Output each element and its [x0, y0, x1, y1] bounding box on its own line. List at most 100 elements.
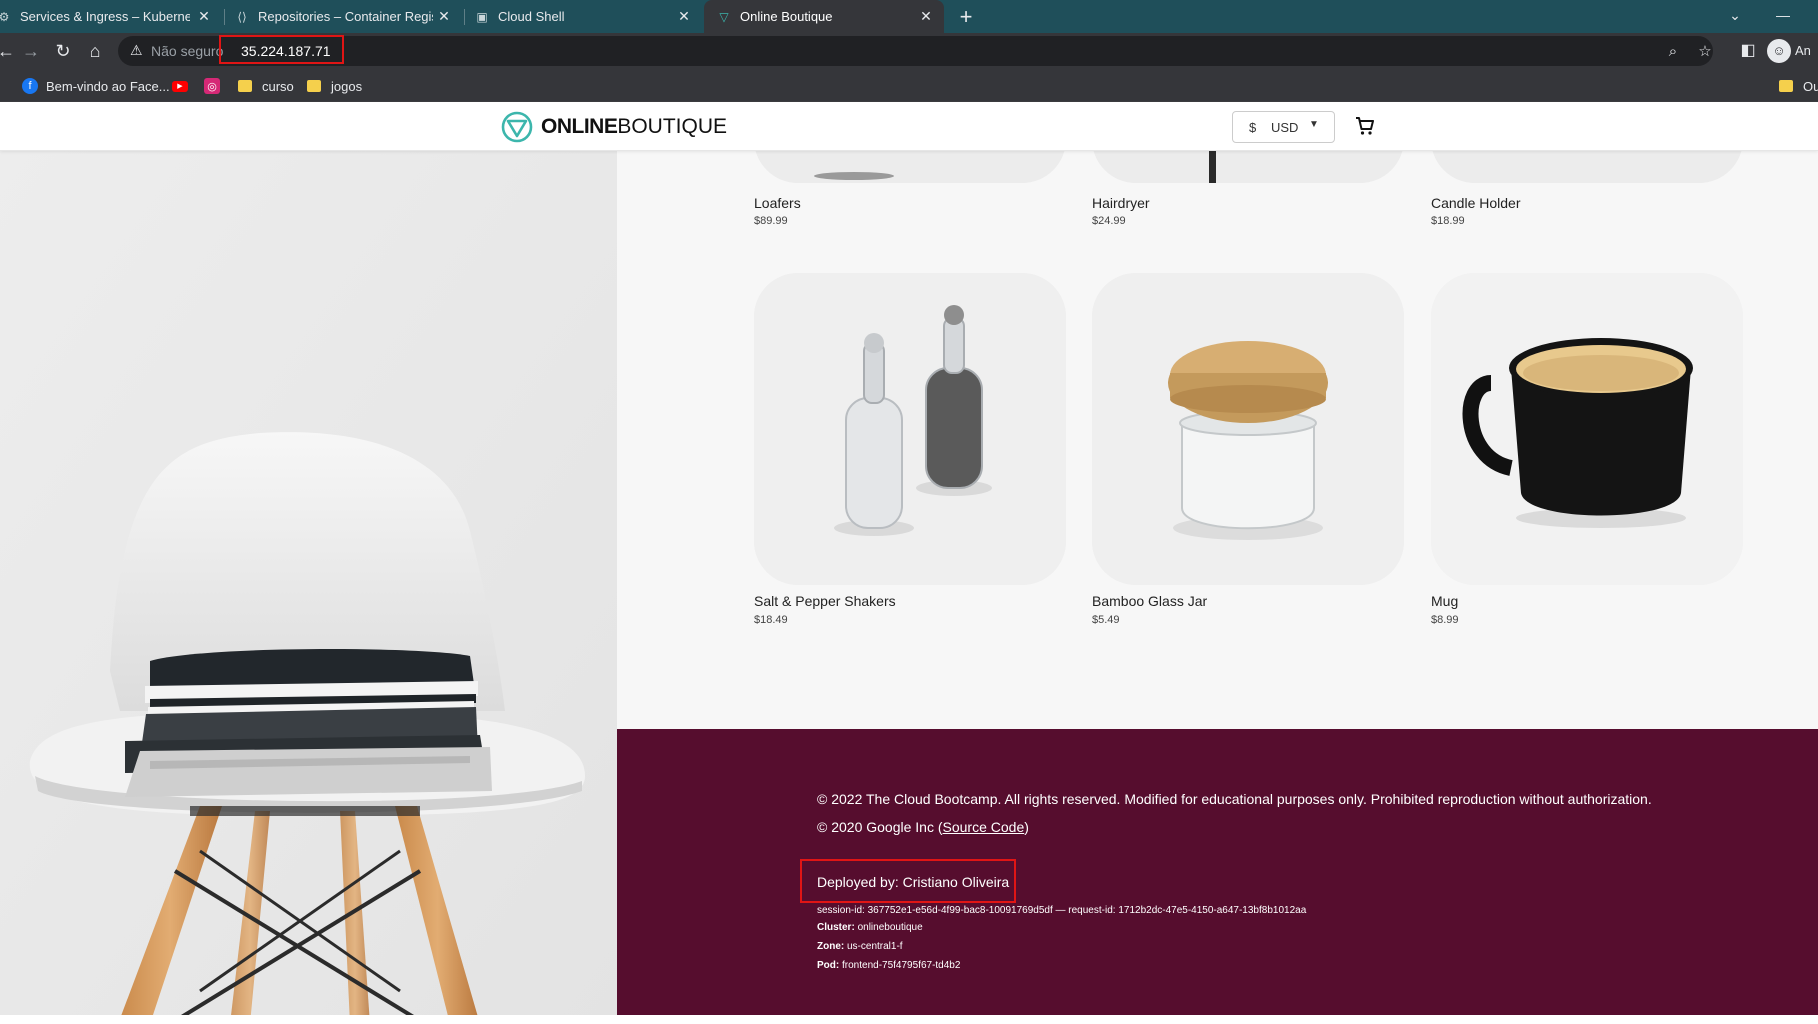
cluster-label: Cluster:	[817, 922, 855, 933]
tab-services-ingress[interactable]: ⚙ Services & Ingress – Kubernetes ✕	[0, 0, 222, 33]
tab-search-chevron-icon[interactable]: ⌄	[1720, 4, 1750, 26]
home-icon[interactable]: ⌂	[83, 39, 107, 63]
bookmark-folder-curso[interactable]: curso	[238, 75, 294, 97]
address-bar[interactable]: ⚠ Não seguro 35.224.187.71 ⌕ ☆	[118, 36, 1713, 66]
product-image-mug[interactable]	[1431, 273, 1743, 585]
close-icon[interactable]: ✕	[436, 8, 452, 24]
footer-google-credit: © 2020 Google Inc (Source Code)	[817, 819, 1029, 835]
currency-symbol: $	[1249, 120, 1257, 135]
site-header: ONLINE BOUTIQUE $ USD ▼	[0, 102, 1818, 151]
site-footer: © 2022 The Cloud Bootcamp. All rights re…	[617, 729, 1818, 1024]
warning-icon: ⚠	[130, 42, 143, 58]
product-grid: Loafers $89.99 Hairdryer $24.99 Candle H…	[617, 102, 1818, 729]
product-price: $89.99	[754, 215, 788, 227]
bookmark-facebook[interactable]: f Bem-vindo ao Face...	[22, 75, 170, 97]
folder-icon	[1779, 80, 1793, 92]
forward-icon[interactable]: →	[19, 39, 43, 63]
bookmark-label: Bem-vindo ao Face...	[46, 78, 170, 94]
tab-title: Services & Ingress – Kubernetes	[20, 9, 190, 24]
container-registry-icon: ⟨⟩	[237, 9, 247, 24]
product-name[interactable]: Loafers	[754, 195, 801, 211]
boutique-favicon-icon: ▽	[719, 9, 729, 24]
reload-icon[interactable]: ↻	[51, 39, 75, 63]
logo-text-light: BOUTIQUE	[617, 115, 728, 138]
product-price: $18.49	[754, 614, 788, 626]
bookmark-folder-jogos[interactable]: jogos	[307, 75, 362, 97]
bookmark-label: Ou	[1803, 78, 1818, 94]
session-info: session-id: 367752e1-e56d-4f99-bac8-1009…	[817, 905, 1307, 916]
product-name[interactable]: Salt & Pepper Shakers	[754, 593, 896, 609]
zoom-icon[interactable]: ⌕	[1664, 43, 1682, 61]
footer-copyright: © 2022 The Cloud Bootcamp. All rights re…	[817, 791, 1652, 807]
deployed-by-highlight-box	[800, 859, 1016, 903]
currency-code: USD	[1271, 120, 1299, 135]
facebook-icon: f	[22, 78, 38, 94]
bookmark-folder-others[interactable]: Ou	[1779, 75, 1818, 97]
zone-info: Zone: us-central1-f	[817, 941, 903, 952]
tab-title: Online Boutique	[740, 9, 833, 24]
browser-tab-strip: ⚙ Services & Ingress – Kubernetes ✕ ⟨⟩ R…	[0, 0, 1818, 33]
web-page: ONLINE BOUTIQUE $ USD ▼ Loafers $89.99 H…	[0, 102, 1818, 1024]
url-highlight-box	[219, 35, 344, 64]
minimize-icon[interactable]: —	[1768, 4, 1798, 26]
pod-info: Pod: frontend-75f4795f67-td4b2	[817, 960, 960, 971]
bookmarks-bar: f Bem-vindo ao Face... ▶ ◎ curso jogos O…	[0, 69, 1818, 102]
pod-label: Pod:	[817, 960, 840, 971]
product-name[interactable]: Mug	[1431, 593, 1458, 609]
hero-image	[0, 151, 617, 1024]
product-name[interactable]: Bamboo Glass Jar	[1092, 593, 1207, 609]
product-image-salt-pepper-shakers[interactable]	[754, 273, 1066, 585]
bookmark-star-icon[interactable]: ☆	[1696, 43, 1714, 61]
chair-illustration	[0, 151, 617, 1024]
zone-label: Zone:	[817, 941, 845, 952]
security-label: Não seguro	[151, 43, 224, 59]
product-price: $18.99	[1431, 215, 1465, 227]
bookmark-instagram[interactable]: ◎	[204, 75, 228, 97]
source-code-link[interactable]: Source Code	[943, 819, 1025, 835]
folder-icon	[307, 80, 321, 92]
bookmark-label: jogos	[331, 78, 363, 94]
site-logo[interactable]: ONLINE BOUTIQUE	[501, 111, 727, 143]
zone-value: us-central1-f	[847, 941, 903, 952]
tab-title: Repositories – Container Registry	[258, 9, 433, 24]
bamboo-glass-jar-image	[1092, 273, 1404, 585]
salt-pepper-shakers-image	[754, 273, 1066, 585]
dropdown-caret-icon: ▼	[1309, 119, 1319, 130]
currency-selector[interactable]: $ USD ▼	[1232, 111, 1335, 143]
youtube-icon: ▶	[172, 80, 188, 92]
boutique-logo-icon	[501, 111, 533, 143]
product-price: $24.99	[1092, 215, 1126, 227]
folder-icon	[238, 80, 252, 92]
side-panel-icon[interactable]: ◧	[1736, 39, 1760, 63]
bookmark-youtube[interactable]: ▶	[172, 75, 196, 97]
back-icon[interactable]: ←	[0, 39, 18, 63]
google-credit-prefix: © 2020 Google Inc (	[817, 819, 943, 835]
mug-image	[1431, 273, 1743, 585]
page-bottom-edge	[0, 1015, 1818, 1024]
cluster-info: Cluster: onlineboutique	[817, 922, 923, 933]
tab-title: Cloud Shell	[498, 9, 565, 24]
cart-icon[interactable]	[1353, 114, 1377, 138]
product-price: $8.99	[1431, 614, 1459, 626]
new-tab-button[interactable]: +	[953, 4, 979, 30]
tab-divider	[464, 9, 465, 25]
pod-value: frontend-75f4795f67-td4b2	[842, 960, 961, 971]
cluster-value: onlineboutique	[857, 922, 923, 933]
terminal-icon: ▣	[476, 9, 488, 24]
product-name[interactable]: Candle Holder	[1431, 195, 1521, 211]
product-name[interactable]: Hairdryer	[1092, 195, 1150, 211]
close-icon[interactable]: ✕	[196, 8, 212, 24]
close-icon[interactable]: ✕	[676, 8, 692, 24]
product-image-bamboo-glass-jar[interactable]	[1092, 273, 1404, 585]
product-price: $5.49	[1092, 614, 1120, 626]
logo-text-bold: ONLINE	[541, 115, 618, 138]
close-icon[interactable]: ✕	[918, 8, 934, 24]
tab-cloud-shell[interactable]: ▣ Cloud Shell ✕	[474, 0, 702, 33]
tab-container-registry[interactable]: ⟨⟩ Repositories – Container Registry ✕	[234, 0, 462, 33]
tab-online-boutique[interactable]: ▽ Online Boutique ✕	[704, 0, 944, 33]
tab-divider	[224, 9, 225, 25]
profile-avatar-icon[interactable]: ☺	[1767, 39, 1791, 63]
bookmark-label: curso	[262, 78, 294, 94]
instagram-icon: ◎	[204, 78, 220, 94]
profile-label[interactable]: An	[1795, 43, 1811, 58]
